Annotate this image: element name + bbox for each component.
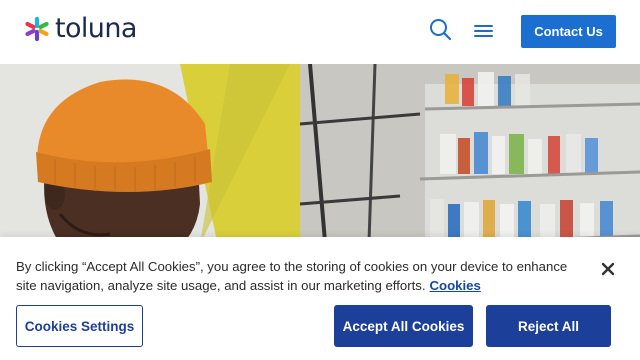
site-header: toluna Contact Us [0, 0, 640, 64]
logo-wordmark: toluna [55, 13, 137, 44]
logo-asterisk-icon [24, 16, 50, 42]
hamburger-menu-icon [474, 25, 496, 37]
reject-all-button[interactable]: Reject All [486, 305, 611, 347]
contact-us-button[interactable]: Contact Us [521, 15, 616, 48]
accept-all-cookies-button[interactable]: Accept All Cookies [334, 305, 473, 347]
cookies-settings-button[interactable]: Cookies Settings [16, 305, 143, 347]
close-icon [601, 262, 615, 276]
toluna-logo[interactable]: toluna [24, 14, 137, 44]
search-icon [430, 19, 452, 41]
cookie-message-text: By clicking “Accept All Cookies”, you ag… [16, 259, 568, 293]
menu-button[interactable] [474, 23, 496, 41]
search-button[interactable] [429, 18, 453, 42]
close-banner-button[interactable] [599, 260, 617, 278]
cookies-policy-link[interactable]: Cookies [430, 278, 481, 293]
cookie-consent-banner: By clicking “Accept All Cookies”, you ag… [0, 237, 640, 360]
cookie-message: By clicking “Accept All Cookies”, you ag… [16, 257, 586, 295]
